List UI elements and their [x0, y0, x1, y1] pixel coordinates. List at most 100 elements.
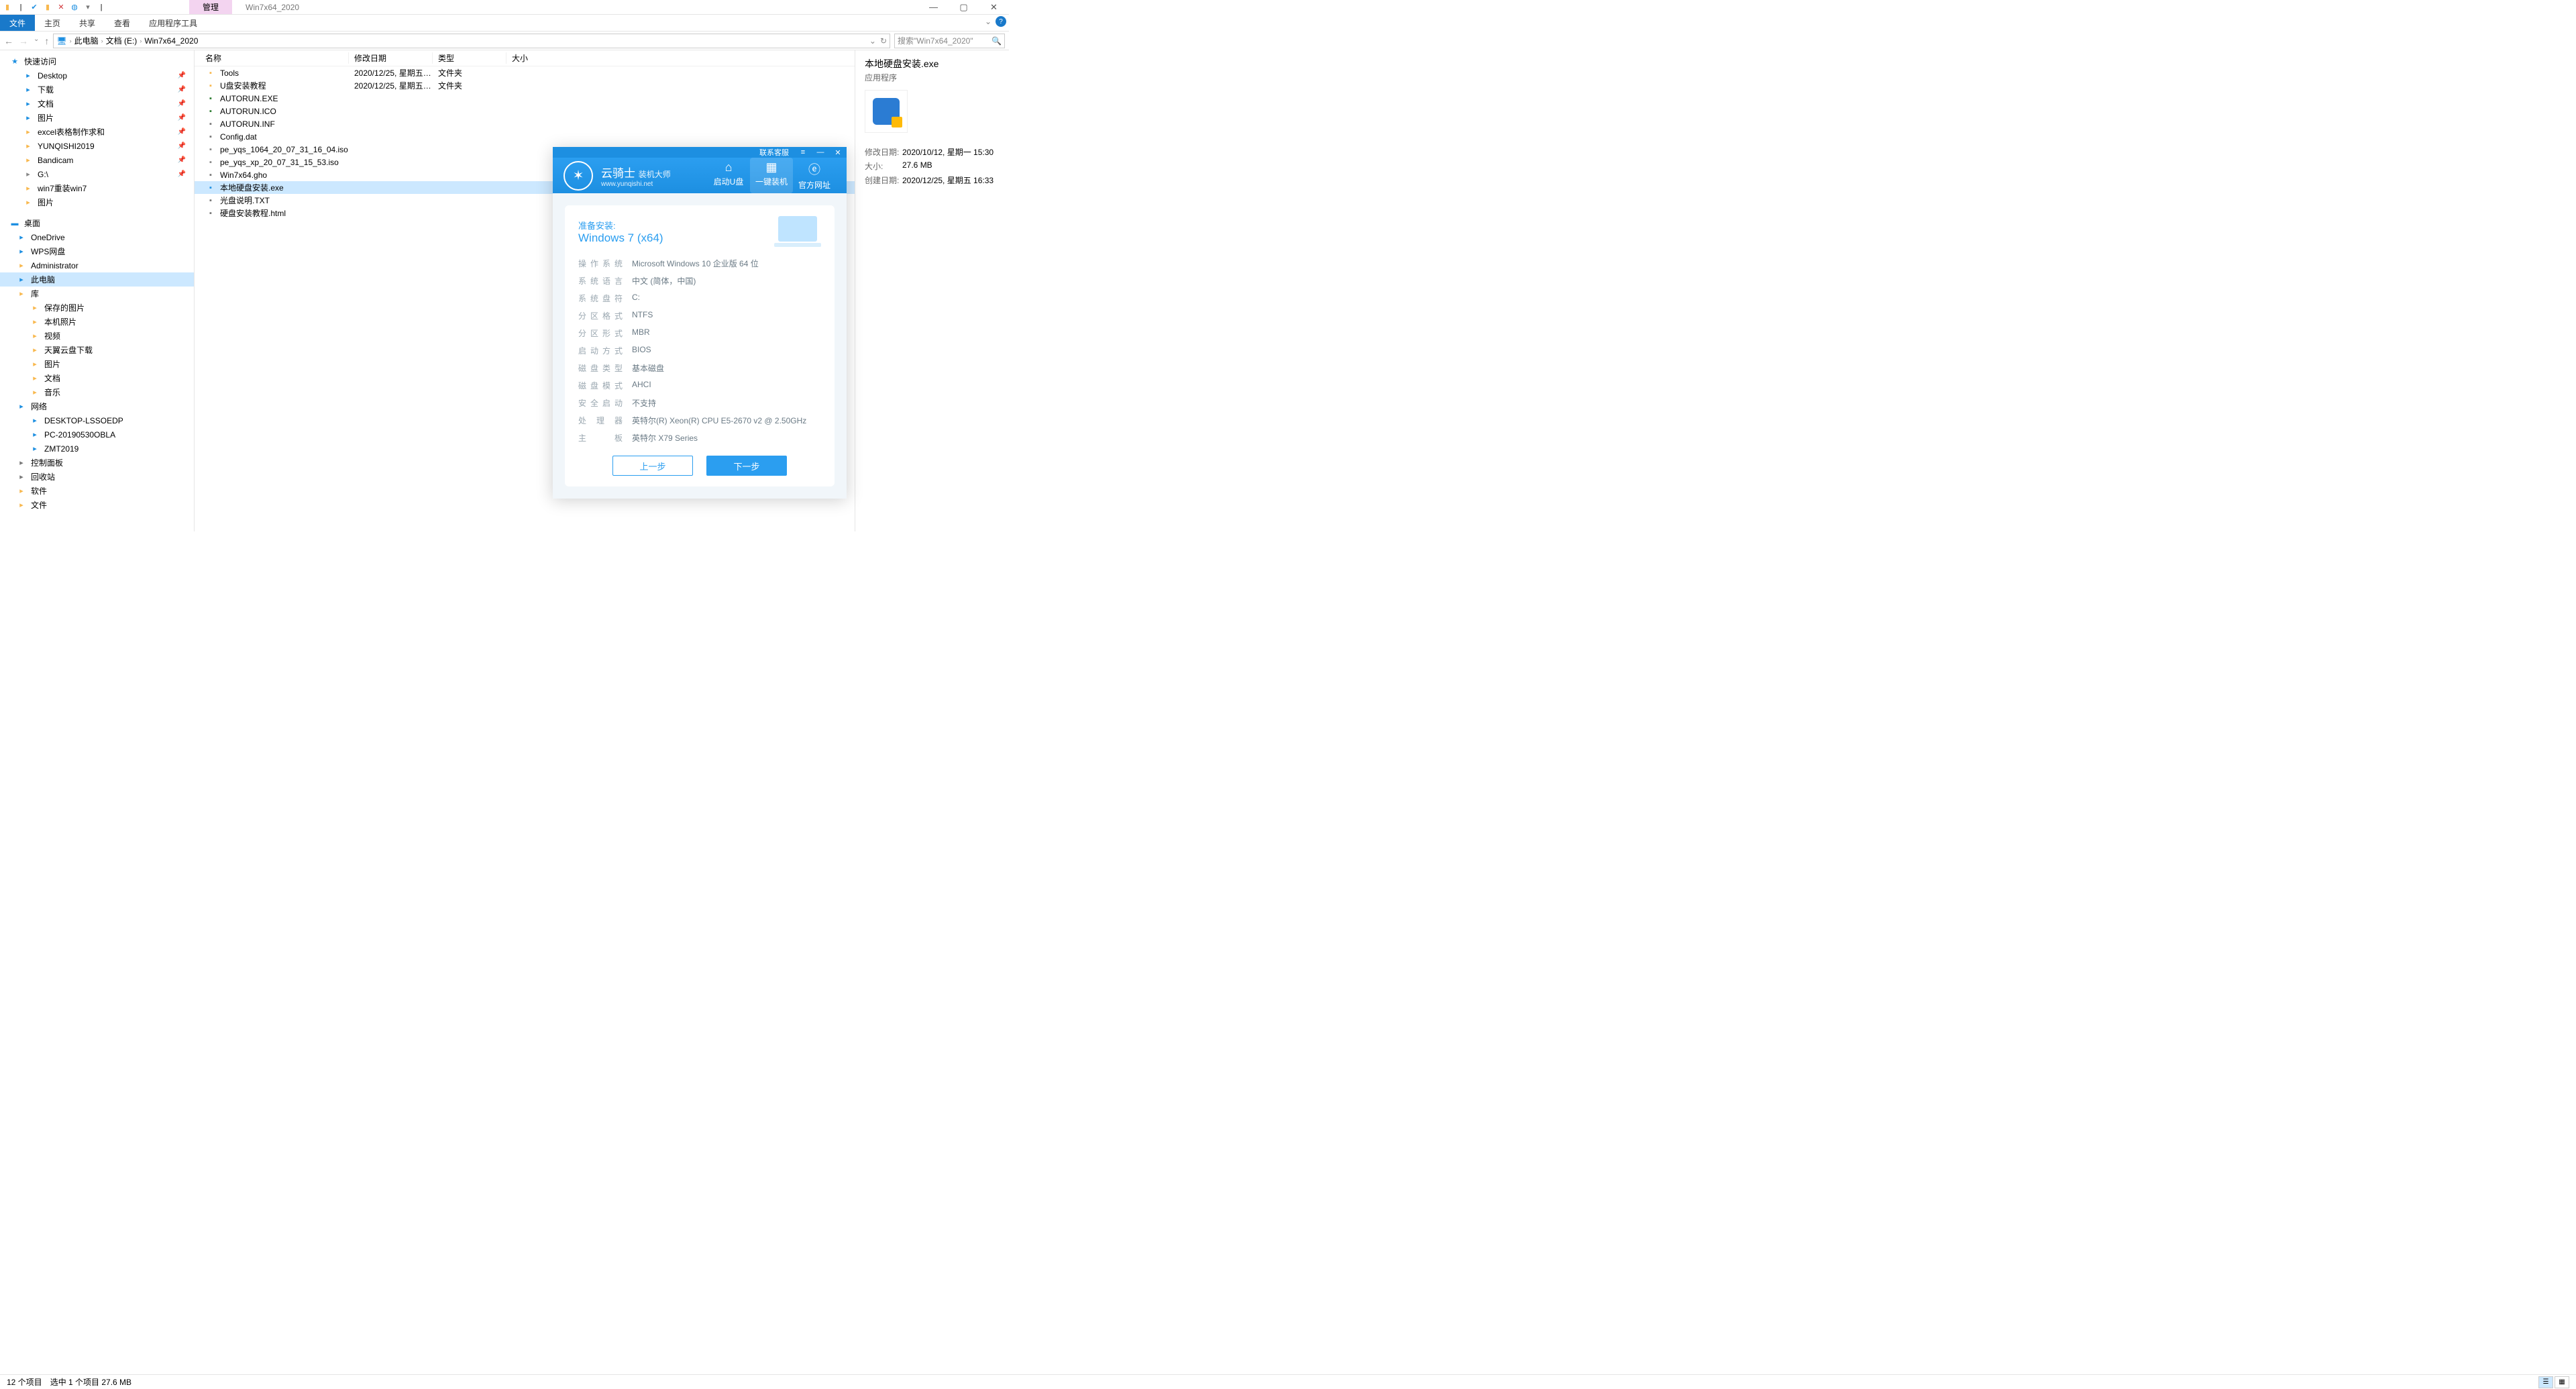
- pin-icon: 📌: [178, 128, 186, 136]
- nav-item[interactable]: ▸G:\📌: [0, 167, 194, 181]
- breadcrumb[interactable]: 🖥 › 此电脑 › 文档 (E:) › Win7x64_2020 ⌄ ↻: [53, 34, 890, 48]
- nav-forward-icon[interactable]: →: [19, 36, 28, 46]
- nav-item-icon: ▸: [16, 232, 27, 243]
- breadcrumb-seg[interactable]: Win7x64_2020: [144, 36, 198, 46]
- nav-item[interactable]: ▸YUNQISHI2019📌: [0, 139, 194, 153]
- nav-item[interactable]: ▸OneDrive: [0, 230, 194, 244]
- col-header-size[interactable]: 大小: [506, 52, 560, 64]
- file-row[interactable]: ▪AUTORUN.INF: [195, 117, 855, 130]
- nav-item[interactable]: ▸图片: [0, 195, 194, 209]
- nav-item-label: PC-20190530OBLA: [44, 430, 115, 440]
- nav-recent-icon[interactable]: ⌄: [34, 36, 39, 46]
- contextual-tab-manage[interactable]: 管理: [189, 0, 232, 14]
- file-date: 2020/12/25, 星期五 1...: [349, 80, 433, 91]
- dropdown-icon[interactable]: ▾: [83, 3, 93, 12]
- search-input[interactable]: 搜索"Win7x64_2020" 🔍: [894, 34, 1005, 48]
- ribbon-tab-home[interactable]: 主页: [35, 15, 70, 31]
- x-icon[interactable]: ✕: [56, 3, 66, 12]
- close-button[interactable]: ✕: [979, 2, 1009, 13]
- minimize-button[interactable]: —: [918, 2, 949, 13]
- col-header-name[interactable]: 名称: [195, 52, 349, 64]
- nav-item[interactable]: ▸Administrator: [0, 258, 194, 272]
- nav-item[interactable]: ▸回收站: [0, 470, 194, 484]
- nav-item[interactable]: ▸视频: [0, 329, 194, 343]
- dialog-tab[interactable]: ▦一键装机: [750, 158, 793, 193]
- address-dropdown-icon[interactable]: ⌄: [869, 36, 876, 46]
- navigation-pane: ★ 快速访问 ▸Desktop📌▸下载📌▸文档📌▸图片📌▸excel表格制作求和…: [0, 50, 195, 531]
- view-details-button[interactable]: ☰: [2538, 1376, 2553, 1388]
- nav-up-icon[interactable]: ↑: [44, 36, 49, 46]
- nav-item[interactable]: ▸图片: [0, 357, 194, 371]
- nav-item[interactable]: ▸win7重装win7: [0, 181, 194, 195]
- nav-item[interactable]: ▸excel表格制作求和📌: [0, 125, 194, 139]
- check-icon[interactable]: ✔: [30, 3, 39, 12]
- chevron-right-icon[interactable]: ›: [140, 38, 142, 44]
- ribbon-tab-share[interactable]: 共享: [70, 15, 105, 31]
- file-row[interactable]: ▪Config.dat: [195, 130, 855, 143]
- dialog-tab[interactable]: ⓔ官方网址: [793, 158, 836, 193]
- ribbon-tab-view[interactable]: 查看: [105, 15, 140, 31]
- contact-support-button[interactable]: 联系客服: [754, 147, 794, 158]
- nav-item[interactable]: ▸图片📌: [0, 111, 194, 125]
- ribbon-tab-apptools[interactable]: 应用程序工具: [140, 15, 207, 31]
- maximize-button[interactable]: ▢: [949, 2, 979, 13]
- col-header-type[interactable]: 类型: [433, 52, 506, 64]
- nav-item[interactable]: ▸库: [0, 287, 194, 301]
- nav-item[interactable]: ▸音乐: [0, 385, 194, 399]
- nav-item[interactable]: ▸软件: [0, 484, 194, 498]
- meta-label: 创建日期:: [865, 174, 902, 186]
- nav-item[interactable]: ▸ZMT2019: [0, 442, 194, 456]
- nav-quick-access[interactable]: ★ 快速访问: [0, 54, 194, 68]
- help-icon[interactable]: ?: [996, 16, 1006, 27]
- ribbon-collapse-icon[interactable]: ⌄: [985, 17, 991, 26]
- nav-item[interactable]: ▸网络: [0, 399, 194, 413]
- nav-item[interactable]: ▸保存的图片: [0, 301, 194, 315]
- folder-icon[interactable]: ▮: [3, 3, 12, 12]
- dialog-close-icon[interactable]: ✕: [829, 148, 847, 157]
- nav-item-label: 库: [31, 288, 39, 299]
- info-value: 英特尔(R) Xeon(R) CPU E5-2670 v2 @ 2.50GHz: [623, 415, 821, 426]
- info-value: 英特尔 X79 Series: [623, 432, 821, 444]
- nav-item[interactable]: ▸WPS网盘: [0, 244, 194, 258]
- file-row[interactable]: ▪AUTORUN.ICO: [195, 105, 855, 117]
- dialog-titlebar: 联系客服 ≡ — ✕: [553, 147, 847, 158]
- file-row[interactable]: ▪U盘安装教程2020/12/25, 星期五 1...文件夹: [195, 79, 855, 92]
- nav-item[interactable]: ▸文档: [0, 371, 194, 385]
- nav-item[interactable]: ▸文件: [0, 498, 194, 512]
- nav-item[interactable]: ▸下载📌: [0, 83, 194, 97]
- nav-item[interactable]: ▸Desktop📌: [0, 68, 194, 83]
- chevron-right-icon[interactable]: ›: [70, 38, 72, 44]
- breadcrumb-seg[interactable]: 文档 (E:): [106, 35, 138, 46]
- nav-item[interactable]: ▸DESKTOP-LSSOEDP: [0, 413, 194, 427]
- file-icon: ▪: [205, 157, 216, 168]
- chevron-right-icon[interactable]: ›: [101, 38, 103, 44]
- ribbon-file-tab[interactable]: 文件: [0, 15, 35, 31]
- refresh-icon[interactable]: ↻: [880, 36, 887, 46]
- dialog-menu-icon[interactable]: ≡: [794, 148, 812, 156]
- nav-item[interactable]: ▸Bandicam📌: [0, 153, 194, 167]
- nav-item[interactable]: ▸控制面板: [0, 456, 194, 470]
- search-icon[interactable]: 🔍: [991, 36, 1002, 46]
- details-pane: 本地硬盘安装.exe 应用程序 修改日期:2020/10/12, 星期一 15:…: [855, 50, 1009, 531]
- meta-value: 27.6 MB: [902, 160, 1000, 172]
- view-icons-button[interactable]: ▦: [2555, 1376, 2569, 1388]
- file-row[interactable]: ▪AUTORUN.EXE: [195, 92, 855, 105]
- nav-item[interactable]: ▸此电脑: [0, 272, 194, 287]
- nav-back-icon[interactable]: ←: [4, 36, 13, 46]
- nav-item[interactable]: ▸文档📌: [0, 97, 194, 111]
- info-value: Microsoft Windows 10 企业版 64 位: [623, 258, 821, 269]
- nav-item[interactable]: ▸本机照片: [0, 315, 194, 329]
- nav-item[interactable]: ▸天翼云盘下载: [0, 343, 194, 357]
- prev-button[interactable]: 上一步: [612, 456, 693, 476]
- nav-desktop[interactable]: ▬ 桌面: [0, 216, 194, 230]
- col-header-date[interactable]: 修改日期: [349, 52, 433, 64]
- next-button[interactable]: 下一步: [706, 456, 787, 476]
- folder2-icon[interactable]: ▮: [43, 3, 52, 12]
- nav-item[interactable]: ▸PC-20190530OBLA: [0, 427, 194, 442]
- save-icon[interactable]: ◍: [70, 3, 79, 12]
- breadcrumb-seg[interactable]: 此电脑: [74, 35, 99, 46]
- file-row[interactable]: ▪Tools2020/12/25, 星期五 1...文件夹: [195, 66, 855, 79]
- dialog-tab[interactable]: ⌂启动U盘: [707, 158, 750, 193]
- dialog-minimize-icon[interactable]: —: [812, 148, 829, 156]
- nav-item-label: DESKTOP-LSSOEDP: [44, 416, 123, 425]
